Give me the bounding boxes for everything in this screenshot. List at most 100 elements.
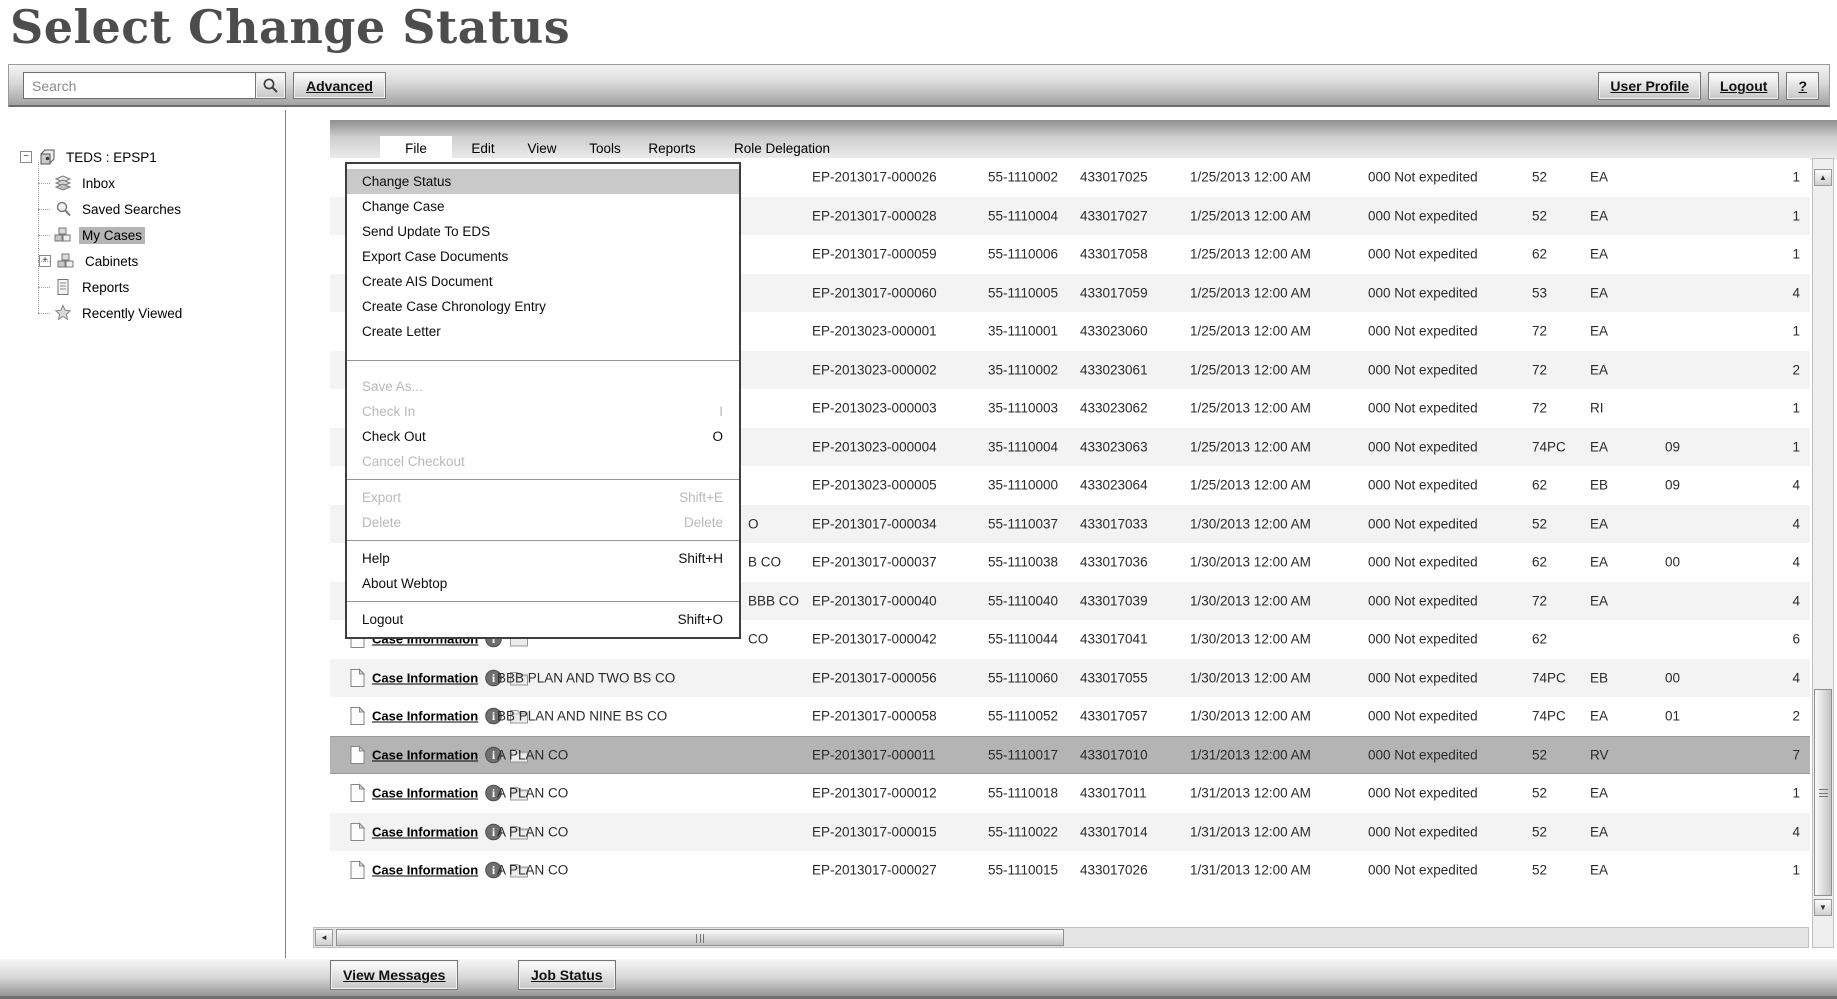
- sidebar-item-label[interactable]: Inbox: [79, 175, 118, 192]
- count-value: 4: [1745, 593, 1800, 608]
- menu-item-check-out[interactable]: Check OutO: [347, 424, 739, 449]
- sidebar-item-reports[interactable]: Reports: [39, 274, 285, 300]
- menu-view[interactable]: View: [516, 136, 568, 160]
- reports-icon: [53, 278, 73, 296]
- scroll-left-button[interactable]: ◄: [315, 929, 333, 946]
- menu-item-check-in: Check InI: [347, 399, 739, 424]
- case-file-number: 433017057: [1080, 709, 1148, 724]
- logout-button[interactable]: Logout: [1708, 72, 1779, 100]
- scroll-up-button[interactable]: ▲: [1814, 169, 1832, 186]
- sidebar-item-cabinets[interactable]: + Cabinets: [39, 248, 285, 274]
- received-date: 1/31/2013 12:00 AM: [1190, 824, 1311, 839]
- menu-item-change-case[interactable]: Change Case: [347, 194, 739, 219]
- case-file-number: 433023060: [1080, 324, 1148, 339]
- menu-item-create-ais-document[interactable]: Create AIS Document: [347, 269, 739, 294]
- case-information-link[interactable]: Case Information: [372, 863, 478, 878]
- vertical-scrollbar[interactable]: ▲ ▼: [1812, 158, 1834, 948]
- sidebar-item-saved-searches[interactable]: Saved Searches: [39, 196, 285, 222]
- expand-expander-icon[interactable]: +: [39, 255, 51, 267]
- table-row[interactable]: Case Information i A PLAN COEP-2013017-0…: [330, 813, 1810, 852]
- menu-role-delegation[interactable]: Role Delegation: [722, 136, 842, 160]
- menu-item-shortcut: O: [712, 429, 723, 444]
- case-information-link[interactable]: Case Information: [372, 824, 478, 839]
- plan-number: 55-1110018: [988, 786, 1058, 801]
- plan-number: 55-1110044: [988, 632, 1058, 647]
- advanced-button[interactable]: Advanced: [293, 72, 386, 99]
- company-name: A PLAN CO: [497, 747, 568, 762]
- case-type-code: 72: [1532, 401, 1547, 416]
- sidebar-item-label[interactable]: Reports: [79, 279, 132, 296]
- horizontal-scrollbar[interactable]: ◄: [313, 927, 1809, 948]
- expedite-status: 000 Not expedited: [1368, 593, 1478, 608]
- case-type-code: 52: [1532, 786, 1547, 801]
- menu-tools[interactable]: Tools: [578, 136, 632, 160]
- menu-item-export-case-documents[interactable]: Export Case Documents: [347, 244, 739, 269]
- received-date: 1/30/2013 12:00 AM: [1190, 593, 1311, 608]
- menu-reports[interactable]: Reports: [638, 136, 706, 160]
- help-button[interactable]: ?: [1786, 72, 1819, 100]
- case-information-link[interactable]: Case Information: [372, 709, 478, 724]
- case-file-number: 433017025: [1080, 170, 1148, 185]
- company-name: BB PLAN AND NINE BS CO: [497, 709, 667, 724]
- plan-number: 55-1110002: [988, 170, 1058, 185]
- sidebar-item-my-cases[interactable]: My Cases: [39, 222, 285, 248]
- search-icon: [262, 77, 279, 94]
- sidebar-item-label[interactable]: Cabinets: [82, 253, 141, 270]
- case-information-link[interactable]: Case Information: [372, 747, 478, 762]
- menu-item-help[interactable]: HelpShift+H: [347, 546, 739, 571]
- table-row[interactable]: Case Information i A PLAN COEP-2013017-0…: [330, 851, 1810, 890]
- user-profile-button[interactable]: User Profile: [1598, 72, 1701, 100]
- menu-item-label: Export Case Documents: [362, 249, 508, 264]
- navigation-tree-panel: − TEDS : EPSP1 Inbox: [8, 110, 286, 958]
- sidebar-item-label[interactable]: Recently Viewed: [79, 305, 185, 322]
- received-date: 1/25/2013 12:00 AM: [1190, 401, 1311, 416]
- menu-item-create-case-chronology-entry[interactable]: Create Case Chronology Entry: [347, 294, 739, 319]
- received-date: 1/25/2013 12:00 AM: [1190, 362, 1311, 377]
- horizontal-scrollbar-thumb[interactable]: [336, 929, 1064, 946]
- menu-item-change-status[interactable]: Change Status: [347, 169, 739, 194]
- tree-node-teds-epsp1[interactable]: − TEDS : EPSP1: [20, 144, 285, 170]
- job-status-button[interactable]: Job Status: [518, 960, 616, 990]
- status-code: EA: [1590, 516, 1608, 531]
- expedite-status: 000 Not expedited: [1368, 324, 1478, 339]
- status-code: RI: [1590, 401, 1604, 416]
- search-button[interactable]: [255, 72, 286, 99]
- sidebar-item-recently-viewed[interactable]: Recently Viewed: [39, 300, 285, 326]
- menu-item-send-update-to-eds[interactable]: Send Update To EDS: [347, 219, 739, 244]
- table-row[interactable]: Case Information i A PLAN COEP-2013017-0…: [330, 736, 1810, 775]
- case-type-code: 52: [1532, 516, 1547, 531]
- sidebar-item-inbox[interactable]: Inbox: [39, 170, 285, 196]
- case-file-number: 433017010: [1080, 747, 1148, 762]
- case-id: EP-2013023-000002: [812, 362, 937, 377]
- case-id: EP-2013017-000026: [812, 170, 937, 185]
- case-information-link[interactable]: Case Information: [372, 670, 478, 685]
- view-messages-button[interactable]: View Messages: [330, 960, 458, 990]
- case-type-code: 52: [1532, 863, 1547, 878]
- tree-node-label[interactable]: TEDS : EPSP1: [63, 149, 160, 166]
- case-type-code: 62: [1532, 247, 1547, 262]
- case-information-link[interactable]: Case Information: [372, 786, 478, 801]
- table-row[interactable]: Case Information i BB PLAN AND NINE BS C…: [330, 697, 1810, 736]
- table-row[interactable]: Case Information i BBB PLAN AND TWO BS C…: [330, 659, 1810, 698]
- case-id: EP-2013023-000004: [812, 439, 937, 454]
- sidebar-item-label[interactable]: My Cases: [79, 227, 145, 244]
- count-value: 1: [1745, 401, 1800, 416]
- menu-edit[interactable]: Edit: [458, 136, 508, 160]
- vertical-scrollbar-thumb[interactable]: [1814, 689, 1832, 896]
- collapse-expander-icon[interactable]: −: [20, 151, 32, 163]
- menu-item-create-letter[interactable]: Create Letter: [347, 319, 739, 344]
- count-value: 4: [1745, 555, 1800, 570]
- menu-item-about-webtop[interactable]: About Webtop: [347, 571, 739, 596]
- table-row[interactable]: Case Information i A PLAN COEP-2013017-0…: [330, 774, 1810, 813]
- left-arrow-icon: ◄: [320, 933, 328, 942]
- sidebar-item-label[interactable]: Saved Searches: [79, 201, 184, 218]
- menu-bar: File Edit View Tools Reports Role Delega…: [330, 136, 1837, 160]
- menu-file[interactable]: File: [380, 136, 452, 160]
- repository-icon: [37, 148, 57, 166]
- menu-item-label: Check In: [362, 404, 415, 419]
- menu-item-logout[interactable]: LogoutShift+O: [347, 607, 739, 632]
- case-file-number: 433017055: [1080, 670, 1148, 685]
- search-input[interactable]: [23, 72, 255, 99]
- thumb-grip-icon: [1819, 789, 1828, 797]
- scroll-down-button[interactable]: ▼: [1814, 899, 1832, 916]
